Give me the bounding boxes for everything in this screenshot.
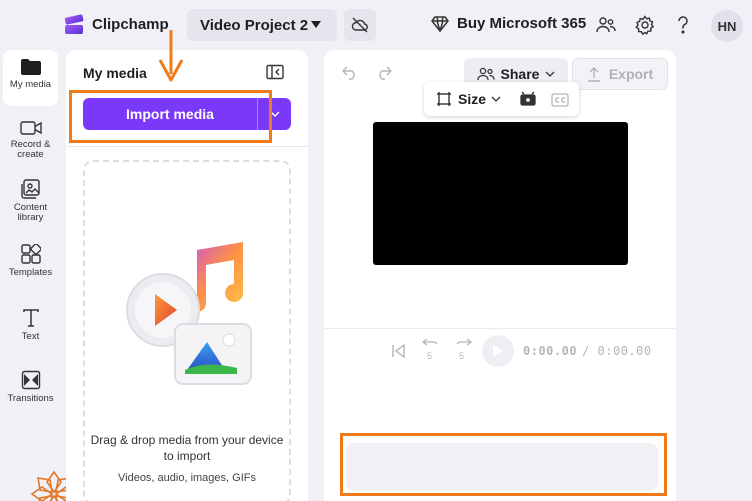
people-icon	[596, 17, 616, 33]
buy-microsoft-365-button[interactable]: Buy Microsoft 365	[431, 15, 586, 32]
total-time: / 0:00.00	[582, 344, 652, 358]
rail-label: Templates	[8, 267, 53, 278]
top-bar: Clipchamp Video Project 2 Buy Microsoft …	[0, 0, 752, 50]
rewind-5-button[interactable]: 5	[420, 338, 442, 364]
timeline-highlight-box	[340, 433, 667, 496]
avatar[interactable]: HN	[711, 10, 743, 42]
collapse-panel-icon[interactable]	[266, 64, 284, 80]
rail-item-templates[interactable]: Templates	[3, 236, 58, 292]
camera-icon	[19, 121, 42, 135]
playback-controls: 5 5 0:00.00 / 0:00.00	[390, 335, 652, 367]
forward-seconds: 5	[459, 351, 465, 361]
drop-zone[interactable]: Drag & drop media from your device to im…	[83, 160, 291, 501]
rail-label: Transitions	[7, 393, 54, 404]
left-rail: My media Record & create Content library…	[0, 50, 78, 501]
help-button[interactable]	[672, 14, 694, 36]
rail-label: Record & create	[10, 139, 51, 160]
upload-icon	[587, 67, 600, 82]
current-time: 0:00.00	[523, 344, 578, 358]
drop-subtitle: Videos, audio, images, GIFs	[118, 472, 256, 484]
text-icon	[22, 309, 39, 327]
rail-item-my-media[interactable]: My media	[3, 50, 58, 106]
rail-item-text[interactable]: Text	[3, 300, 58, 356]
media-illustration	[126, 242, 252, 385]
avatar-initials: HN	[717, 18, 737, 34]
share-people-button[interactable]	[595, 14, 617, 36]
video-preview[interactable]	[373, 122, 628, 265]
divider	[324, 328, 676, 329]
buy-label: Buy Microsoft 365	[457, 15, 587, 32]
rail-item-record-create[interactable]: Record & create	[3, 112, 58, 168]
settings-button[interactable]	[634, 14, 656, 36]
people-icon	[476, 67, 495, 81]
rail-label: My media	[9, 79, 52, 90]
library-icon	[20, 179, 40, 199]
rail-label: Content library	[13, 202, 48, 223]
import-highlight-box	[69, 90, 272, 143]
right-strip	[684, 50, 752, 501]
skip-to-start-icon[interactable]	[390, 343, 406, 359]
play-icon	[493, 345, 503, 357]
forward-icon	[456, 338, 472, 346]
project-name-button[interactable]: Video Project 2	[187, 9, 337, 41]
captions-icon[interactable]	[551, 91, 569, 107]
export-button[interactable]: Export	[572, 58, 668, 90]
rewind-seconds: 5	[427, 351, 433, 361]
clipchamp-logo	[64, 14, 84, 34]
rail-item-transitions[interactable]: Transitions	[3, 362, 58, 418]
size-label[interactable]: Size	[458, 91, 486, 107]
drop-title: Drag & drop media from your device to im…	[90, 433, 284, 463]
help-icon	[678, 16, 688, 34]
resize-icon	[437, 92, 451, 106]
forward-5-button[interactable]: 5	[452, 338, 474, 364]
project-name: Video Project 2	[200, 16, 309, 34]
divider	[66, 146, 308, 147]
size-toolbar: Size	[424, 82, 579, 116]
play-button[interactable]	[482, 335, 514, 367]
folder-icon	[20, 59, 41, 75]
caret-down-icon	[311, 21, 321, 28]
templates-icon	[20, 244, 41, 264]
background-remove-icon[interactable]	[519, 91, 537, 107]
rail-label: Text	[21, 331, 40, 342]
chevron-down-icon	[545, 71, 555, 77]
share-label: Share	[500, 66, 540, 82]
gear-icon	[635, 15, 655, 35]
undo-icon[interactable]	[342, 66, 358, 80]
rewind-icon	[422, 338, 438, 346]
diamond-icon	[431, 15, 449, 32]
down-arrow-annotation-icon	[158, 30, 184, 82]
export-label: Export	[608, 66, 654, 82]
panel-title: My media	[83, 65, 147, 81]
chevron-down-icon	[491, 96, 501, 102]
rail-item-content-library[interactable]: Content library	[3, 171, 58, 227]
transitions-icon	[21, 370, 40, 390]
cloud-off-icon	[351, 17, 368, 33]
cloud-sync-button[interactable]	[344, 9, 376, 41]
redo-icon[interactable]	[376, 66, 392, 80]
